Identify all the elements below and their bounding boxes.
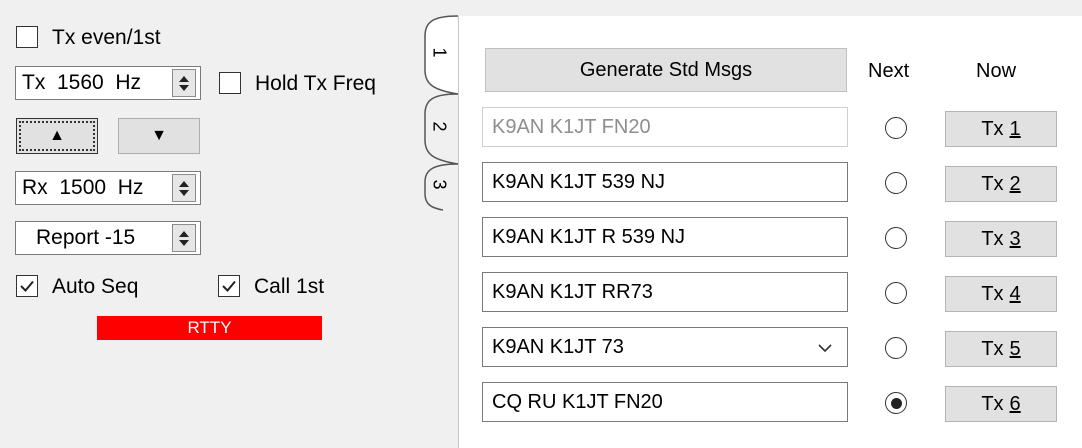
call-1st-label: Call 1st [254,275,325,298]
rx-to-tx-button[interactable]: ▼ [118,118,200,154]
call-1st-checkbox[interactable] [218,275,240,297]
tx3-next-radio[interactable] [885,227,907,249]
tab-1[interactable]: 1 [429,42,449,66]
tx5-message-value: K9AN K1JT 73 [492,335,624,358]
radio-selected-dot [890,397,902,409]
tx1-next-radio[interactable] [885,117,907,139]
tx-to-rx-button[interactable]: ▲ [16,118,98,154]
tx5-button-prefix: Tx [981,337,1004,360]
checkmark-icon [222,280,236,292]
hold-tx-freq-checkbox[interactable] [219,72,241,94]
report-spinbox[interactable]: Report -15 [15,221,201,255]
tx1-button-prefix: Tx [981,117,1004,140]
tx3-button-prefix: Tx [981,227,1004,250]
arrow-up-icon: ▲ [49,127,65,144]
tx4-button-number: 4 [1009,282,1021,305]
tx2-button-number: 2 [1009,172,1021,195]
tx2-next-radio[interactable] [885,172,907,194]
tab-strip: 1 2 3 [413,14,459,212]
tab-3[interactable]: 3 [429,174,449,198]
arrow-down-icon: ▼ [151,127,167,144]
tab-3-label: 3 [429,179,450,190]
tx1-now-button[interactable]: Tx 1 [945,111,1057,147]
tx5-button-number: 5 [1009,337,1021,360]
report-spin-arrows[interactable] [172,224,196,252]
tx5-next-radio[interactable] [885,337,907,359]
tx-freq-spin-arrows[interactable] [172,69,196,97]
tx6-next-radio[interactable] [885,392,907,414]
hold-tx-freq-label: Hold Tx Freq [255,72,376,95]
tab-1-label: 1 [429,47,450,58]
tx5-now-button[interactable]: Tx 5 [945,331,1057,367]
tx6-button-number: 6 [1009,392,1021,415]
tx4-now-button[interactable]: Tx 4 [945,276,1057,312]
report-value: Report -15 [36,226,136,249]
tx3-message-field[interactable]: K9AN K1JT R 539 NJ [482,217,848,257]
tx3-button-number: 3 [1009,227,1021,250]
next-column-header: Next [868,60,910,82]
tx-even-checkbox[interactable] [16,26,38,48]
mode-badge: RTTY [97,316,322,340]
tx5-message-combobox[interactable]: K9AN K1JT 73 [482,327,848,367]
checkmark-icon [20,280,34,292]
rx-freq-spinbox[interactable]: Rx 1500 Hz [15,171,201,205]
generate-std-msgs-button[interactable]: Generate Std Msgs [485,48,847,92]
auto-seq-label: Auto Seq [52,275,139,298]
tx6-message-field[interactable]: CQ RU K1JT FN20 [482,382,848,422]
tx2-message-field[interactable]: K9AN K1JT 539 NJ [482,162,848,202]
tab-2-label: 2 [429,121,450,132]
tx4-message-field[interactable]: K9AN K1JT RR73 [482,272,848,312]
tx1-button-number: 1 [1009,117,1021,140]
tab-2[interactable]: 2 [429,116,449,140]
tx4-button-prefix: Tx [981,282,1004,305]
tx4-next-radio[interactable] [885,282,907,304]
tx6-now-button[interactable]: Tx 6 [945,386,1057,422]
tx-even-label: Tx even/1st [52,26,161,49]
auto-seq-checkbox[interactable] [16,275,38,297]
chevron-down-icon[interactable] [817,338,833,358]
tx2-button-prefix: Tx [981,172,1004,195]
tx-freq-spinbox[interactable]: Tx 1560 Hz [15,66,201,100]
tx2-now-button[interactable]: Tx 2 [945,166,1057,202]
tx1-message-field[interactable]: K9AN K1JT FN20 [482,107,848,147]
rx-freq-spin-arrows[interactable] [172,174,196,202]
now-column-header: Now [976,60,1017,82]
tx3-now-button[interactable]: Tx 3 [945,221,1057,257]
tx6-button-prefix: Tx [981,392,1004,415]
rx-freq-value: Rx 1500 Hz [22,176,144,199]
tx-freq-value: Tx 1560 Hz [22,71,142,94]
